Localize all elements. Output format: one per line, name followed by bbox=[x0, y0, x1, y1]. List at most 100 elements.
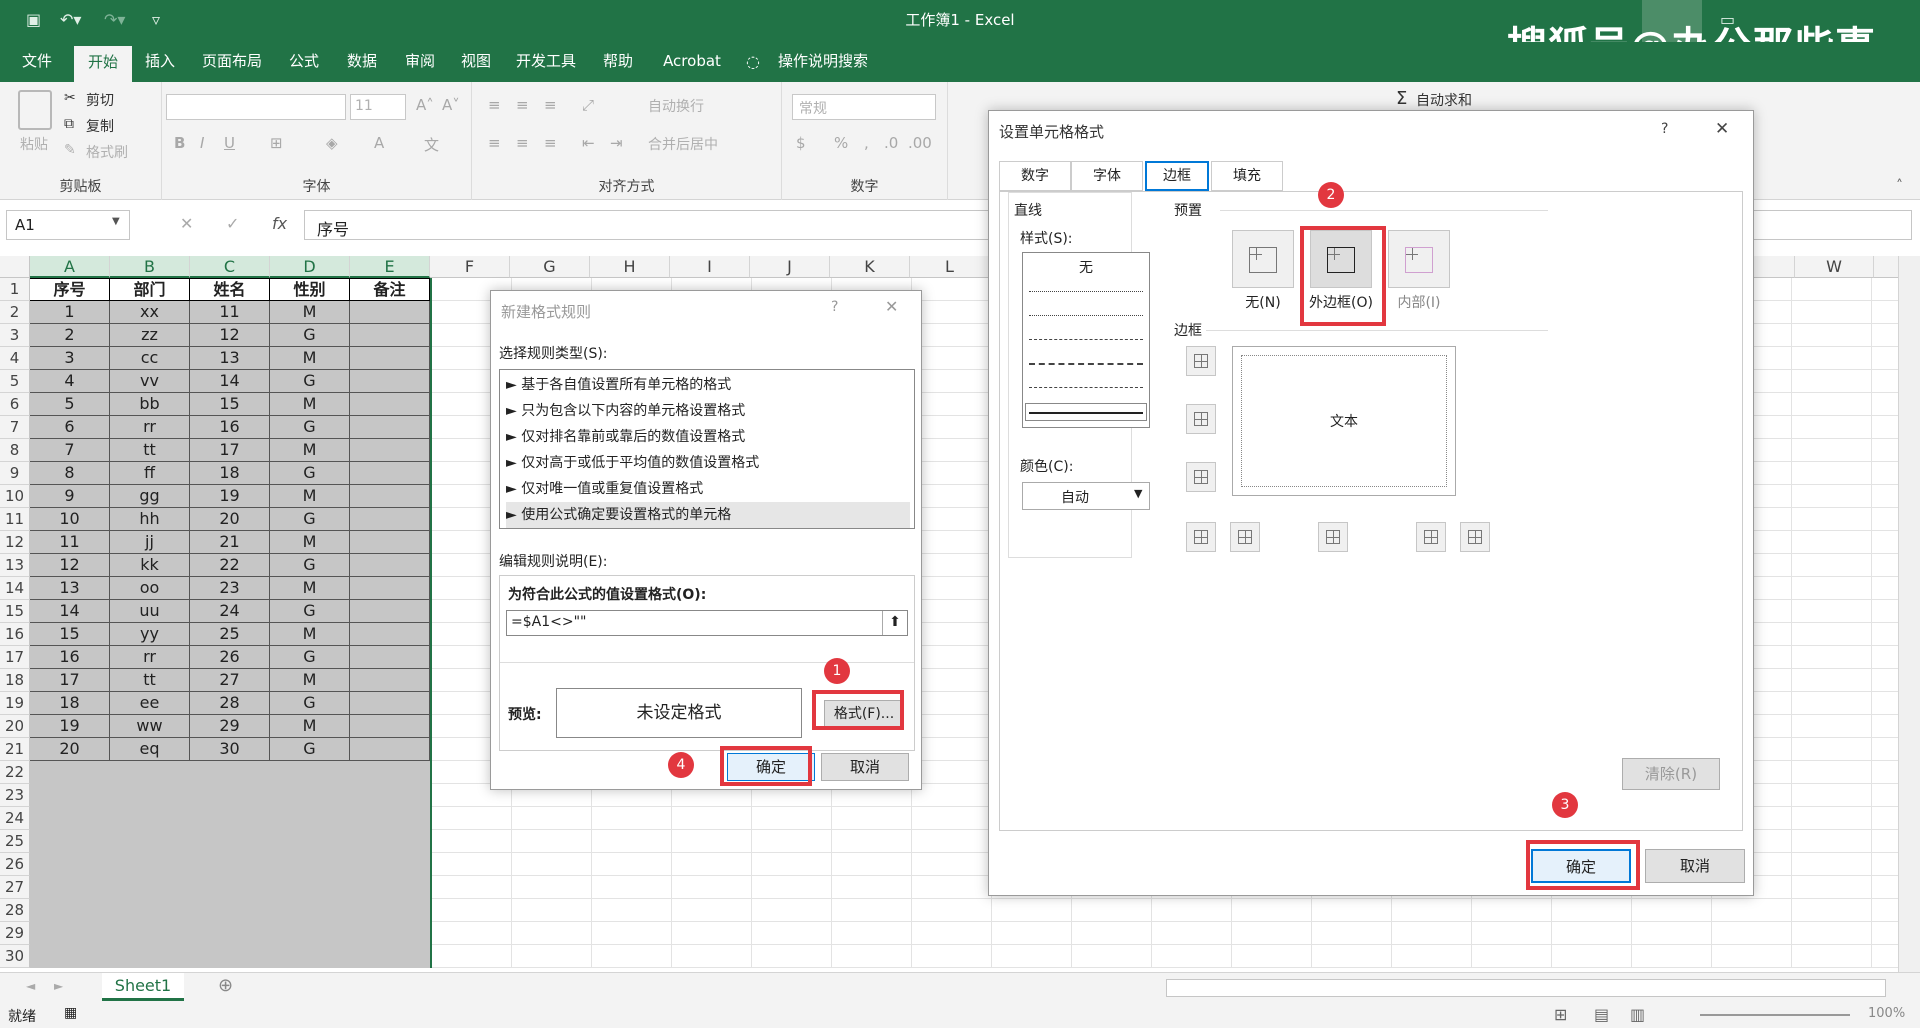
table-cell[interactable]: G bbox=[270, 416, 350, 439]
table-cell[interactable]: M bbox=[270, 715, 350, 738]
table-cell[interactable]: uu bbox=[110, 600, 190, 623]
row-header[interactable]: 13 bbox=[0, 554, 30, 577]
table-cell[interactable]: ee bbox=[110, 692, 190, 715]
line-style-list[interactable]: 无 bbox=[1022, 252, 1150, 428]
table-cell[interactable]: zz bbox=[110, 324, 190, 347]
row-header[interactable]: 17 bbox=[0, 646, 30, 669]
font-color-icon[interactable]: A bbox=[374, 134, 384, 152]
column-header-a[interactable]: A bbox=[30, 256, 110, 278]
number-format-dropdown[interactable]: 常规 bbox=[792, 94, 936, 120]
enter-icon[interactable]: ✓ bbox=[226, 214, 239, 233]
table-cell[interactable]: 11 bbox=[190, 301, 270, 324]
paste-button[interactable]: 粘贴 bbox=[20, 134, 48, 154]
table-cell[interactable]: 19 bbox=[30, 715, 110, 738]
table-cell[interactable]: rr bbox=[110, 416, 190, 439]
align-bottom-icon[interactable]: ≡ bbox=[544, 96, 557, 114]
table-cell[interactable]: M bbox=[270, 577, 350, 600]
table-cell[interactable]: 4 bbox=[30, 370, 110, 393]
border-middle-h-icon[interactable] bbox=[1186, 404, 1216, 434]
header-cell[interactable]: 备注 bbox=[350, 278, 430, 301]
table-cell[interactable]: bb bbox=[110, 393, 190, 416]
table-cell[interactable]: 24 bbox=[190, 600, 270, 623]
table-cell[interactable] bbox=[350, 531, 430, 554]
table-cell[interactable] bbox=[350, 324, 430, 347]
row-header[interactable]: 12 bbox=[0, 531, 30, 554]
row-header[interactable]: 25 bbox=[0, 830, 30, 853]
row-header[interactable]: 23 bbox=[0, 784, 30, 807]
table-cell[interactable]: 18 bbox=[30, 692, 110, 715]
table-cell[interactable]: jj bbox=[110, 531, 190, 554]
rule-type-item[interactable]: ► 仅对高于或低于平均值的数值设置格式 bbox=[506, 450, 910, 476]
row-header[interactable]: 19 bbox=[0, 692, 30, 715]
preset-inside-icon[interactable] bbox=[1388, 230, 1450, 288]
column-header-e[interactable]: E bbox=[350, 256, 430, 278]
font-size-dropdown[interactable]: 11 bbox=[350, 94, 406, 120]
close-icon[interactable]: ✕ bbox=[1715, 119, 1729, 139]
select-all-corner[interactable] bbox=[0, 256, 30, 278]
row-header[interactable]: 20 bbox=[0, 715, 30, 738]
row-header[interactable]: 29 bbox=[0, 922, 30, 945]
table-cell[interactable]: G bbox=[270, 692, 350, 715]
table-cell[interactable]: M bbox=[270, 301, 350, 324]
phonetic-icon[interactable]: 文 bbox=[424, 134, 439, 155]
rule-type-item[interactable]: ► 仅对唯一值或重复值设置格式 bbox=[506, 476, 910, 502]
zoom-slider[interactable] bbox=[1700, 1014, 1850, 1016]
table-cell[interactable]: G bbox=[270, 370, 350, 393]
comma-icon[interactable]: , bbox=[864, 134, 869, 152]
color-dropdown[interactable]: 自动 bbox=[1022, 482, 1150, 510]
table-cell[interactable]: G bbox=[270, 554, 350, 577]
table-cell[interactable]: G bbox=[270, 508, 350, 531]
formula-input-field[interactable]: =$A1<>"" bbox=[506, 610, 908, 636]
table-cell[interactable]: 6 bbox=[30, 416, 110, 439]
table-cell[interactable]: 15 bbox=[30, 623, 110, 646]
table-cell[interactable]: ff bbox=[110, 462, 190, 485]
border-diagonal-up-icon[interactable] bbox=[1186, 522, 1216, 552]
page-layout-view-icon[interactable]: ▤ bbox=[1594, 1005, 1609, 1024]
table-cell[interactable]: M bbox=[270, 669, 350, 692]
table-cell[interactable]: 25 bbox=[190, 623, 270, 646]
tab-number[interactable]: 数字 bbox=[999, 161, 1071, 191]
close-icon[interactable]: ✕ bbox=[885, 297, 898, 316]
tab-developer[interactable]: 开发工具 bbox=[510, 42, 582, 82]
line-style-dash-dot-dot[interactable] bbox=[1029, 339, 1143, 340]
row-header[interactable]: 24 bbox=[0, 807, 30, 830]
vertical-scrollbar[interactable] bbox=[1898, 256, 1920, 976]
table-cell[interactable] bbox=[350, 738, 430, 761]
table-cell[interactable]: 20 bbox=[30, 738, 110, 761]
column-header-h[interactable]: H bbox=[590, 256, 670, 278]
row-header[interactable]: 1 bbox=[0, 278, 30, 301]
table-cell[interactable]: yy bbox=[110, 623, 190, 646]
table-cell[interactable]: 5 bbox=[30, 393, 110, 416]
table-cell[interactable]: G bbox=[270, 462, 350, 485]
table-cell[interactable]: tt bbox=[110, 669, 190, 692]
table-cell[interactable] bbox=[350, 646, 430, 669]
row-header[interactable]: 22 bbox=[0, 761, 30, 784]
name-box-dropdown-icon[interactable]: ▼ bbox=[112, 216, 120, 227]
line-style-dotted[interactable] bbox=[1029, 291, 1143, 292]
table-cell[interactable] bbox=[350, 301, 430, 324]
table-cell[interactable]: 21 bbox=[190, 531, 270, 554]
orientation-icon[interactable]: ⤢ bbox=[582, 96, 594, 114]
table-cell[interactable] bbox=[350, 508, 430, 531]
table-cell[interactable] bbox=[350, 600, 430, 623]
table-cell[interactable]: 9 bbox=[30, 485, 110, 508]
column-header-l[interactable]: L bbox=[910, 256, 990, 278]
table-cell[interactable]: 7 bbox=[30, 439, 110, 462]
tab-view[interactable]: 视图 bbox=[456, 42, 496, 82]
table-cell[interactable]: M bbox=[270, 623, 350, 646]
table-cell[interactable]: M bbox=[270, 347, 350, 370]
table-cell[interactable]: 14 bbox=[190, 370, 270, 393]
row-header[interactable]: 6 bbox=[0, 393, 30, 416]
bold-icon[interactable]: B bbox=[174, 134, 185, 152]
border-middle-v-icon[interactable] bbox=[1318, 522, 1348, 552]
tab-help[interactable]: 帮助 bbox=[596, 42, 640, 82]
border-left-icon[interactable] bbox=[1230, 522, 1260, 552]
line-style-none[interactable]: 无 bbox=[1023, 257, 1149, 277]
border-diagonal-down-icon[interactable] bbox=[1460, 522, 1490, 552]
tab-file[interactable]: 文件 bbox=[8, 42, 66, 82]
line-style-dash-dot[interactable] bbox=[1029, 363, 1143, 365]
wrap-text-button[interactable]: 自动换行 bbox=[648, 96, 704, 116]
table-cell[interactable]: 12 bbox=[190, 324, 270, 347]
rule-type-item[interactable]: ► 使用公式确定要设置格式的单元格 bbox=[506, 502, 910, 528]
table-cell[interactable] bbox=[350, 393, 430, 416]
